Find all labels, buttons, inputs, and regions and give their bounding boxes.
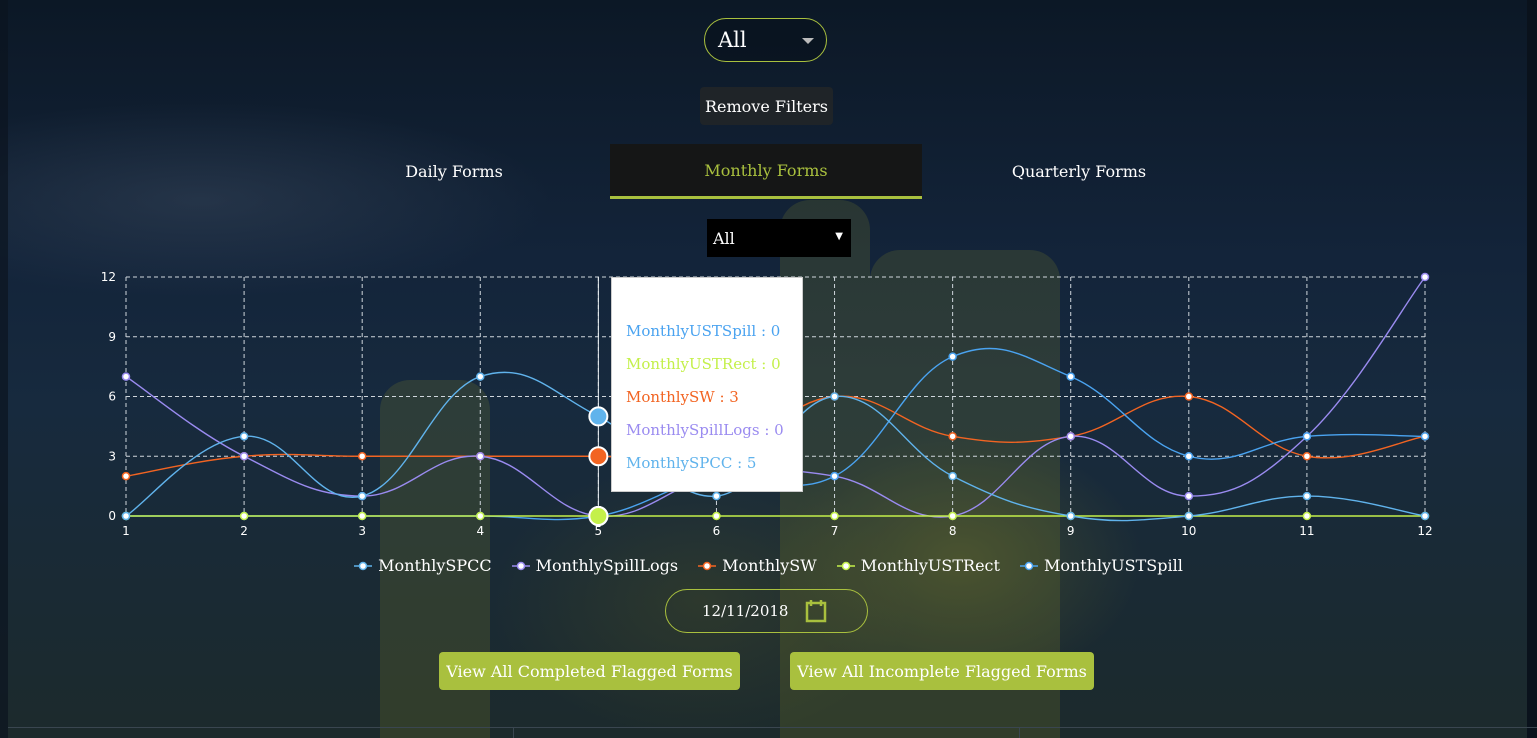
data-point-MonthlySW [1184,392,1194,401]
bottom-divider [1019,727,1020,738]
data-point-MonthlySPCC [357,491,367,501]
data-point-MonthlyUSTSpill [1302,432,1312,441]
x-tick-label: 5 [595,524,603,538]
legend-label: MonthlyUSTRect [860,556,1000,575]
data-point-MonthlySpillLogs [121,372,131,381]
x-tick-label: 9 [1067,524,1075,538]
data-point-MonthlySPCC [1184,511,1194,521]
legend-marker-icon [354,561,373,570]
data-point-MonthlySPCC [830,392,839,401]
view-completed-flagged-forms-button[interactable]: View All Completed Flagged Forms [439,652,740,690]
data-point-MonthlyUSTSpill [1184,452,1194,461]
data-point-MonthlyUSTRect [476,511,485,521]
legend-marker-icon [511,561,530,570]
legend-item-MonthlySW[interactable]: MonthlySW [698,556,817,575]
y-tick-label: 0 [108,509,116,523]
y-tick-label: 3 [108,449,116,463]
tooltip-row: MonthlyUSTRect : 0 [626,355,781,373]
data-point-MonthlyUSTSpill [830,471,839,481]
data-point-MonthlySW [357,452,367,461]
legend-marker-icon [836,561,855,570]
x-tick-label: 6 [713,524,721,538]
data-point-MonthlySpillLogs [1184,491,1194,501]
y-tick-label: 12 [101,270,116,284]
legend-label: MonthlySPCC [378,556,492,575]
x-tick-label: 1 [122,524,130,538]
tooltip-row: MonthlySW : 3 [626,388,739,406]
view-incomplete-flagged-forms-button[interactable]: View All Incomplete Flagged Forms [790,652,1094,690]
date-picker[interactable]: 12/11/2018 [665,589,868,633]
legend-marker-icon [698,561,717,570]
x-tick-label: 12 [1417,524,1432,538]
data-point-MonthlyUSTRect [948,511,957,521]
data-point-MonthlyUSTSpill [1066,372,1075,381]
data-point-MonthlyUSTRect [1302,511,1312,521]
legend-marker-icon [1019,561,1038,570]
data-point-MonthlySW [948,432,957,441]
legend-item-MonthlySpillLogs[interactable]: MonthlySpillLogs [511,556,679,575]
x-tick-label: 2 [240,524,248,538]
y-tick-label: 9 [108,330,116,344]
data-point-MonthlySPCC [948,471,957,481]
data-point-MonthlySpillLogs [239,452,249,461]
x-tick-label: 4 [476,524,484,538]
data-point-MonthlyUSTRect [712,511,721,521]
data-point-MonthlySPCC [239,432,249,441]
data-point-MonthlySPCC [588,406,609,427]
x-tick-label: 8 [949,524,957,538]
x-tick-label: 3 [358,524,366,538]
data-point-MonthlySpillLogs [476,452,485,461]
calendar-icon[interactable] [805,599,827,627]
x-tick-label: 11 [1299,524,1314,538]
x-tick-label: 7 [831,524,839,538]
data-point-MonthlyUSTRect [588,506,609,526]
data-point-MonthlyUSTRect [239,511,249,521]
tooltip-row: MonthlyUSTSpill : 0 [626,322,781,340]
legend-label: MonthlyUSTSpill [1043,556,1183,575]
date-value: 12/11/2018 [702,602,789,620]
bottom-divider [513,727,514,738]
data-point-MonthlySPCC [1302,491,1312,501]
legend-item-MonthlyUSTRect[interactable]: MonthlyUSTRect [836,556,1000,575]
data-point-MonthlyUSTSpill [1420,432,1430,441]
data-point-MonthlySW [588,446,609,467]
chart-legend: MonthlySPCC MonthlySpillLogs MonthlySW Mont… [0,556,1537,575]
data-point-MonthlySPCC [1066,511,1075,521]
legend-label: MonthlySW [722,556,817,575]
data-point-MonthlySpillLogs [1420,272,1430,282]
data-point-MonthlySpillLogs [1066,432,1075,441]
data-point-MonthlySPCC [712,491,721,501]
legend-item-MonthlySPCC[interactable]: MonthlySPCC [354,556,492,575]
data-point-MonthlySPCC [1420,511,1430,521]
y-tick-label: 6 [108,390,116,404]
data-point-MonthlySW [1302,452,1312,461]
data-point-MonthlySPCC [121,511,131,521]
chart-tooltip: MonthlyUSTSpill : 0 MonthlyUSTRect : 0 M… [611,277,803,492]
tooltip-row: MonthlySpillLogs : 0 [626,421,784,439]
data-point-MonthlyUSTRect [830,511,839,521]
bottom-divider [8,727,1537,728]
data-point-MonthlyUSTSpill [948,352,957,361]
data-point-MonthlySW [121,471,131,481]
data-point-MonthlySPCC [476,372,485,381]
tooltip-row: MonthlySPCC : 5 [626,454,757,472]
x-tick-label: 10 [1181,524,1196,538]
data-point-MonthlyUSTRect [357,511,367,521]
legend-label: MonthlySpillLogs [535,556,679,575]
legend-item-MonthlyUSTSpill[interactable]: MonthlyUSTSpill [1019,556,1183,575]
